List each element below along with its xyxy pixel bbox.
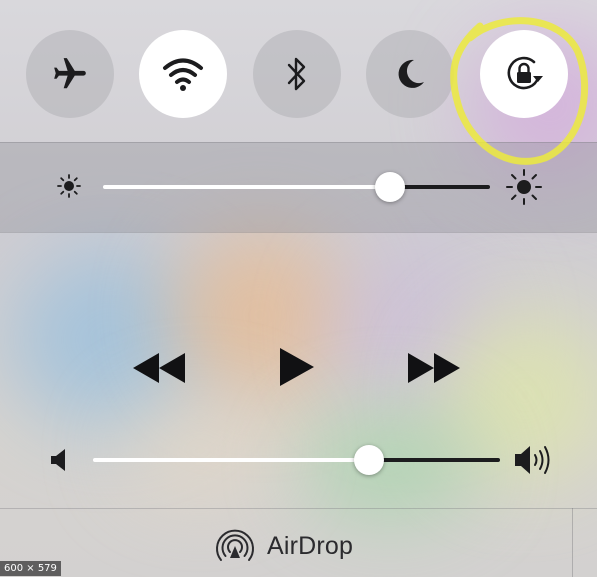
brightness-track-empty [390, 185, 490, 189]
airdrop-icon [216, 529, 254, 561]
fast-forward-button[interactable] [405, 348, 463, 388]
volume-high-icon [515, 446, 550, 474]
volume-thumb[interactable] [354, 445, 384, 475]
brightness-low-icon [57, 174, 81, 198]
rewind-icon [133, 353, 185, 383]
airdrop-bar: AirDrop [0, 508, 597, 577]
divider [0, 232, 597, 233]
wifi-icon [163, 58, 203, 91]
bluetooth-icon [287, 57, 306, 91]
airplane-mode-toggle[interactable] [26, 30, 114, 118]
play-button[interactable] [274, 344, 318, 390]
toggle-row [0, 0, 597, 142]
divider [0, 142, 597, 143]
divider [572, 508, 573, 577]
volume-track-empty [369, 458, 500, 462]
rewind-button[interactable] [130, 348, 188, 388]
play-icon [280, 348, 314, 386]
fast-forward-icon [408, 353, 460, 383]
brightness-high-icon [506, 169, 542, 205]
rotation-lock-toggle[interactable] [480, 30, 568, 118]
brightness-thumb[interactable] [375, 172, 405, 202]
wifi-toggle[interactable] [139, 30, 227, 118]
image-size-badge: 600 × 579 [0, 561, 61, 576]
moon-icon [398, 59, 424, 88]
airplane-icon [54, 58, 86, 89]
airdrop-label: AirDrop [267, 531, 354, 560]
brightness-track-filled [103, 185, 390, 189]
rotation-lock-icon [507, 56, 543, 90]
volume-low-icon [51, 449, 65, 471]
bluetooth-toggle[interactable] [253, 30, 341, 118]
volume-track-filled [93, 458, 369, 462]
airdrop-button[interactable]: AirDrop [213, 524, 353, 568]
do-not-disturb-toggle[interactable] [366, 30, 454, 118]
